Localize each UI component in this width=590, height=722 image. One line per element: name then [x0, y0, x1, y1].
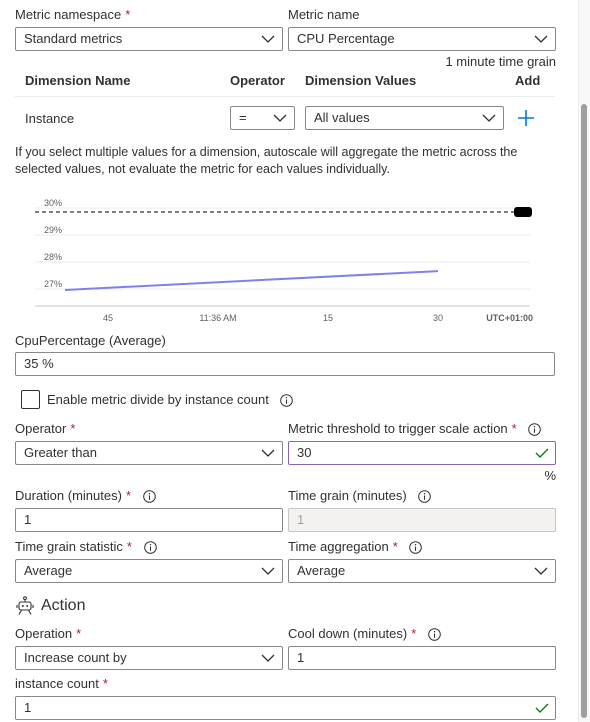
chevron-down-icon — [261, 567, 275, 575]
chart-xtick-label: 11:36 AM — [199, 313, 236, 323]
cooldown-input[interactable]: 1 — [288, 646, 556, 670]
chart-series-line — [64, 270, 439, 291]
metric-name-dropdown[interactable]: CPU Percentage — [288, 27, 556, 51]
dimension-operator-dropdown[interactable]: = — [230, 106, 295, 130]
threshold-unit: % — [544, 468, 556, 483]
operator-label: Operator * — [15, 421, 76, 436]
dimension-row-name: Instance — [25, 111, 75, 126]
info-icon[interactable] — [143, 541, 157, 554]
instance-count-input[interactable]: 1 — [15, 696, 556, 720]
chevron-down-icon — [261, 449, 275, 457]
info-icon[interactable] — [418, 490, 432, 503]
chart-xtick-label: 15 — [323, 313, 333, 323]
threshold-label: Metric threshold to trigger scale action… — [288, 421, 542, 436]
time-aggregation-dropdown[interactable]: Average — [288, 559, 556, 583]
chart-timezone-label: UTC+01:00 — [486, 313, 533, 323]
robot-icon — [16, 596, 34, 615]
grain-statistic-label: Time grain statistic * — [15, 539, 157, 554]
metric-namespace-label: Metric namespace * — [15, 7, 131, 22]
time-aggregation-label: Time aggregation * — [288, 539, 423, 554]
chevron-down-icon — [261, 654, 275, 662]
table-divider — [15, 96, 555, 97]
divide-label: Enable metric divide by instance count — [47, 392, 294, 407]
operation-label: Operation * — [15, 626, 82, 641]
chevron-down-icon — [482, 114, 496, 122]
checkmark-icon — [535, 703, 549, 713]
metric-name-label: Metric name — [288, 7, 360, 22]
dimension-values-dropdown[interactable]: All values — [305, 106, 504, 130]
scrollbar-thumb[interactable] — [581, 104, 587, 718]
duration-input[interactable]: 1 — [15, 508, 283, 532]
checkmark-icon — [535, 448, 549, 458]
time-grain-input: 1 — [288, 508, 556, 532]
chart-ytick-label: 29% — [44, 225, 62, 235]
cooldown-label: Cool down (minutes) * — [288, 626, 441, 641]
operator-dropdown[interactable]: Greater than — [15, 441, 283, 465]
info-icon[interactable] — [528, 423, 542, 436]
info-icon[interactable] — [142, 490, 156, 503]
dimension-name-header: Dimension Name — [25, 73, 131, 88]
dimension-aggregation-note: If you select multiple values for a dime… — [15, 145, 518, 176]
dimension-operator-header: Operator — [230, 73, 285, 88]
threshold-input[interactable]: 30 — [288, 441, 556, 465]
action-section-title: Action — [41, 597, 86, 614]
metric-namespace-dropdown[interactable]: Standard metrics — [15, 27, 283, 51]
chevron-down-icon — [534, 567, 548, 575]
grain-statistic-dropdown[interactable]: Average — [15, 559, 283, 583]
chevron-down-icon — [273, 114, 287, 122]
info-icon[interactable] — [428, 628, 441, 641]
chart-ytick-label: 28% — [44, 252, 62, 262]
duration-label: Duration (minutes) * — [15, 488, 156, 503]
chart-xtick-label: 45 — [103, 313, 113, 323]
chevron-down-icon — [534, 35, 548, 43]
aggregate-value-field: 35 % — [15, 352, 555, 376]
add-icon[interactable] — [517, 109, 535, 127]
divide-checkbox[interactable] — [21, 390, 40, 409]
metric-chart: 30% 29% 28% 27% 45 11:36 AM 15 30 UTC+01:00 — [35, 198, 533, 323]
time-grain-label: Time grain (minutes) — [288, 488, 432, 503]
chart-ytick-label: 27% — [44, 279, 62, 289]
aggregate-label: CpuPercentage (Average) — [15, 333, 166, 348]
time-grain-note: 1 minute time grain — [445, 54, 556, 69]
chart-xtick-label: 30 — [433, 313, 443, 323]
info-icon[interactable] — [280, 394, 294, 407]
chart-ytick-label: 30% — [44, 198, 62, 208]
dimension-add-header: Add — [515, 73, 541, 88]
dimension-values-header: Dimension Values — [305, 73, 417, 88]
instance-count-label: instance count * — [15, 676, 108, 691]
info-icon[interactable] — [409, 541, 423, 554]
chevron-down-icon — [261, 35, 275, 43]
operation-dropdown[interactable]: Increase count by — [15, 646, 283, 670]
chart-threshold-marker — [514, 207, 532, 217]
